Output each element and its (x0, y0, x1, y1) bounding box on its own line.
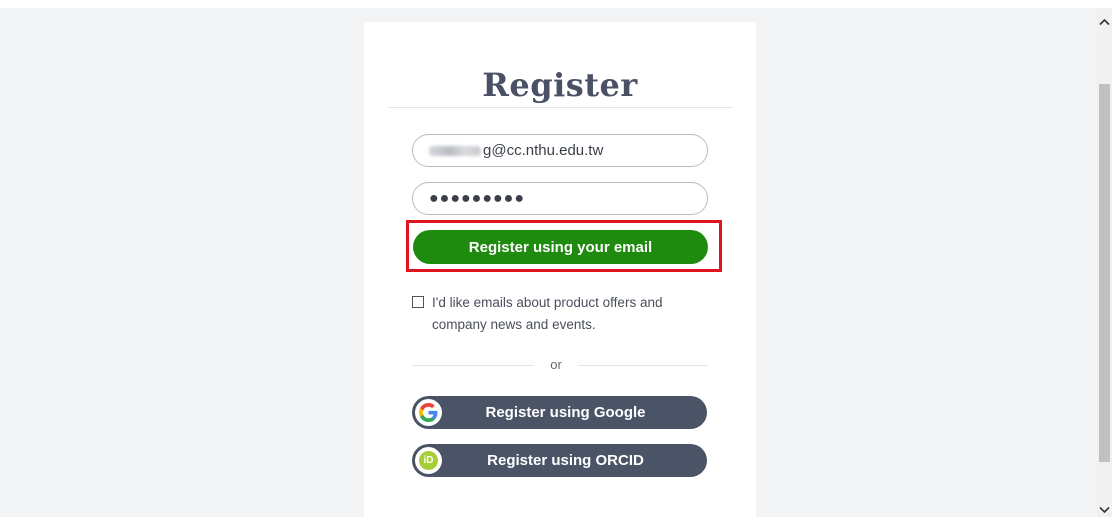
marketing-optin-checkbox[interactable] (412, 296, 424, 308)
page-scrollbar[interactable] (1097, 8, 1112, 517)
marketing-optin-label: I'd like emails about product offers and… (432, 295, 663, 332)
scrollbar-thumb[interactable] (1099, 84, 1110, 462)
scroll-up-icon[interactable] (1097, 14, 1112, 30)
page-title: Register (482, 66, 638, 104)
page-top-edge (0, 0, 1112, 8)
or-divider: or (412, 357, 708, 373)
password-field[interactable]: ●●●●●●●●● (412, 182, 708, 215)
register-email-button-label: Register using your email (468, 238, 653, 256)
email-field[interactable]: g@cc.nthu.edu.tw (412, 134, 708, 167)
scroll-down-icon[interactable] (1097, 502, 1112, 517)
register-orcid-button[interactable]: iD Register using ORCID (412, 444, 707, 477)
email-value: g@cc.nthu.edu.tw (483, 142, 604, 159)
register-google-button[interactable]: Register using Google (412, 396, 707, 429)
title-divider (388, 107, 733, 108)
orcid-glyph: iD (419, 451, 438, 470)
divider-text: or (550, 357, 562, 372)
redacted-email-prefix (429, 145, 481, 156)
register-google-button-label: Register using Google (485, 404, 646, 421)
marketing-optin: I'd like emails about product offers and… (412, 292, 712, 336)
divider-line-right (578, 365, 708, 366)
register-orcid-button-label: Register using ORCID (487, 452, 644, 469)
google-icon (415, 399, 442, 426)
orcid-icon: iD (415, 447, 442, 474)
divider-line-left (412, 365, 534, 366)
register-email-button[interactable]: Register using your email (413, 230, 708, 264)
register-card: Register g@cc.nthu.edu.tw ●●●●●●●●● Regi… (364, 22, 756, 517)
password-mask: ●●●●●●●●● (429, 189, 525, 207)
